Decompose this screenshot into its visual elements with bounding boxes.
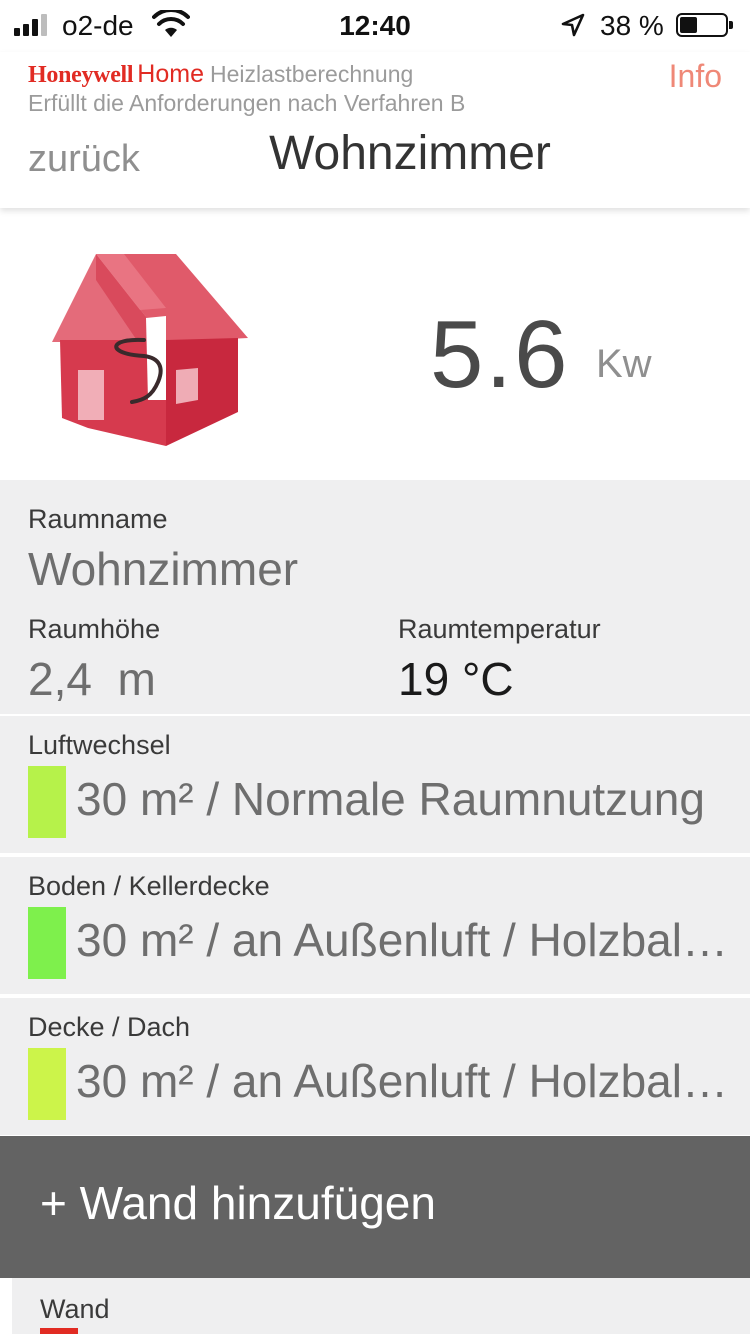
app-subtitle: Erfüllt die Anforderungen nach Verfahren… — [28, 90, 466, 116]
status-swatch — [28, 766, 66, 838]
room-temperature-label: Raumtemperatur — [398, 614, 601, 644]
row-label: Boden / Kellerdecke — [28, 871, 270, 901]
battery-percent: 38 % — [600, 10, 664, 41]
add-wall-label: + Wand hinzufügen — [40, 1177, 436, 1229]
room-height-field[interactable]: 2,4 m — [28, 652, 156, 706]
list-item-ceiling-roof[interactable]: Decke / Dach 30 m² / an Außenluft / Holz… — [0, 996, 750, 1135]
list-item-floor[interactable]: Boden / Kellerdecke 30 m² / an Außenluft… — [0, 855, 750, 994]
list-item-air-exchange[interactable]: Luftwechsel 30 m² / Normale Raumnutzung — [0, 714, 750, 853]
room-temperature-field[interactable]: 19 °C — [398, 652, 514, 706]
row-value: 30 m² / an Außenluft / Holzbalkendecke — [76, 914, 736, 966]
add-wall-button[interactable]: + Wand hinzufügen — [0, 1136, 750, 1278]
room-name-label: Raumname — [28, 504, 168, 534]
row-label: Luftwechsel — [28, 730, 171, 760]
status-bar: o2-de 12:40 38 % — [0, 0, 750, 52]
heat-load-summary: 5.6 Kw — [0, 208, 750, 480]
app-header: Honeywell Home Heizlastberechnung Erfüllt … — [0, 52, 750, 208]
battery-icon — [676, 13, 733, 37]
heat-load-unit: Kw — [596, 342, 652, 386]
room-name-field[interactable]: Wohnzimmer — [28, 542, 298, 596]
status-swatch — [28, 907, 66, 979]
wall-card[interactable]: Wand — [12, 1278, 750, 1334]
heat-load-value: 5.6 — [430, 301, 570, 408]
house-icon — [52, 254, 248, 446]
row-value: 30 m² / an Außenluft / Holzbalkendecke — [76, 1055, 736, 1107]
location-icon — [561, 13, 585, 37]
wall-status-marker — [40, 1328, 78, 1334]
room-height-label: Raumhöhe — [28, 614, 161, 644]
brand-row: Honeywell Home Heizlastberechnung — [28, 60, 413, 89]
info-button[interactable]: Info — [669, 58, 722, 95]
status-swatch — [28, 1048, 66, 1120]
wall-card-label: Wand — [40, 1294, 110, 1324]
row-label: Decke / Dach — [28, 1012, 191, 1042]
app-name: Heizlastberechnung — [209, 61, 414, 87]
page-title: Wohnzimmer — [269, 127, 551, 180]
row-value: 30 m² / Normale Raumnutzung — [76, 773, 705, 825]
room-details-panel[interactable]: Raumname Wohnzimmer Raumhöhe 2,4 m Raumt… — [0, 480, 750, 714]
brand-logo: Honeywell — [28, 62, 134, 88]
brand-product: Home — [137, 60, 204, 88]
